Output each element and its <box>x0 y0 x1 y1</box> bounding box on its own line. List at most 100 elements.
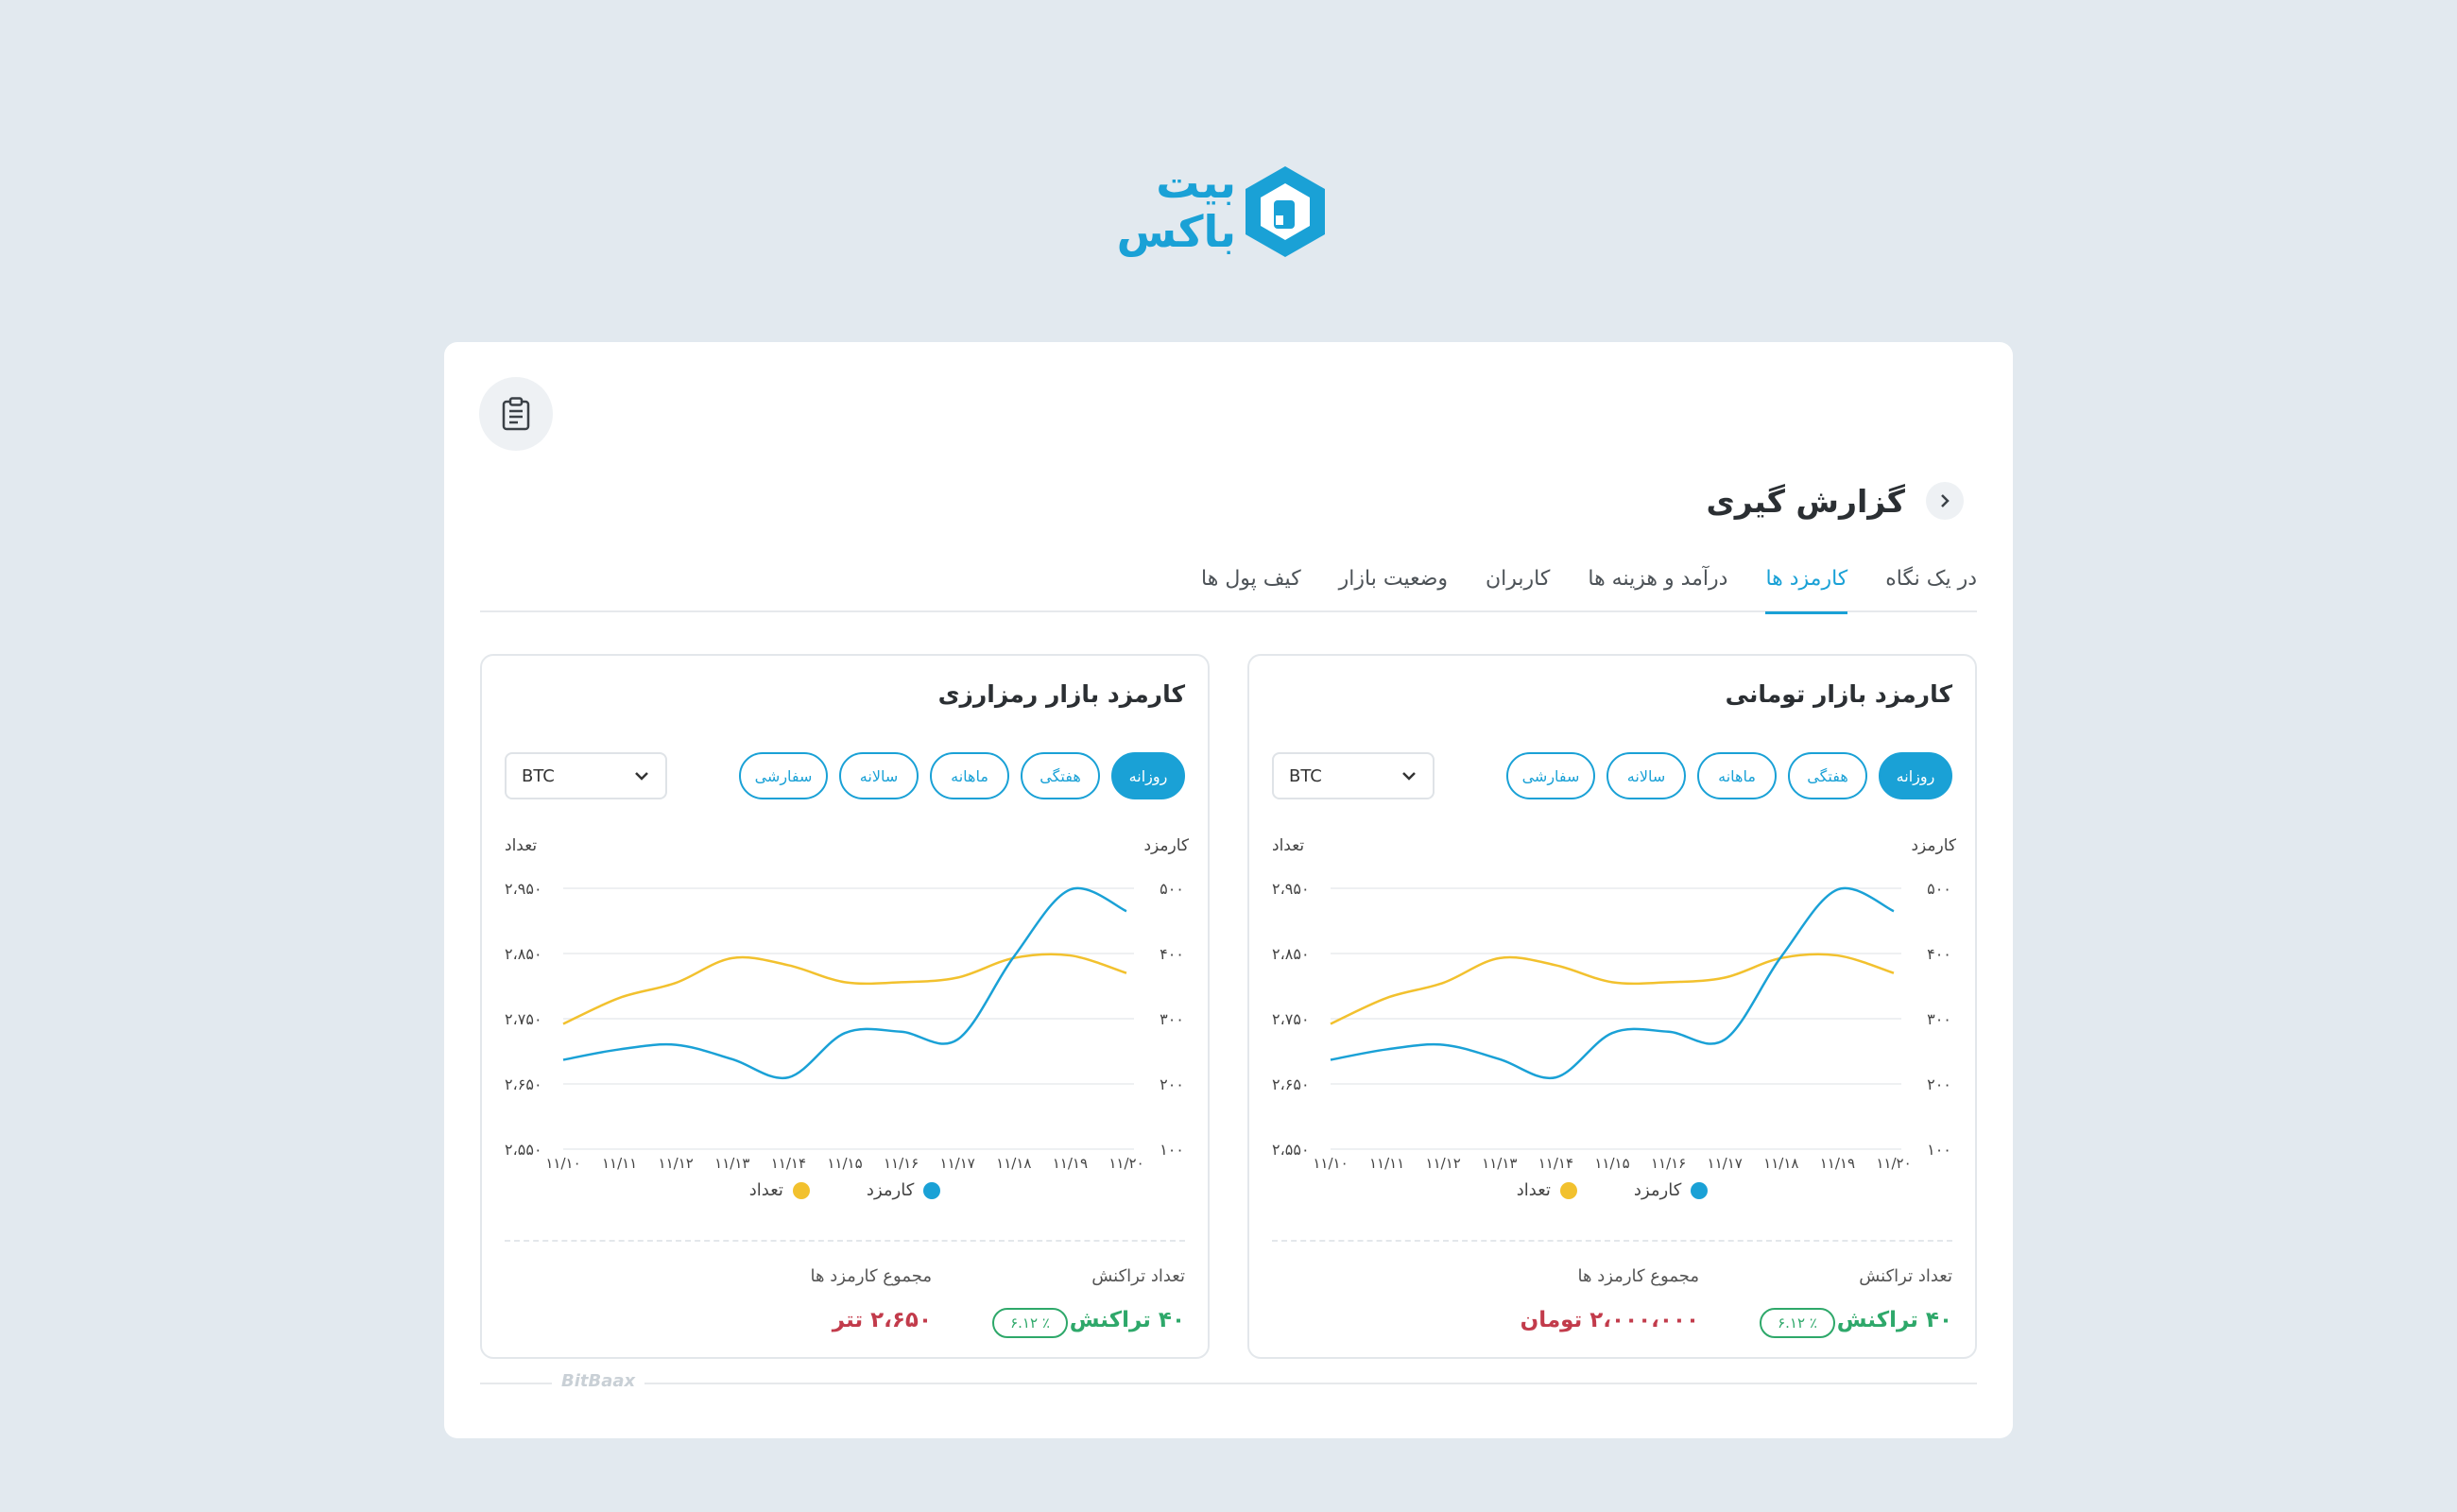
report-card: گزارش گیری در یک نگاه کارمزد ها درآمد و … <box>444 342 2013 1438</box>
currency-select[interactable]: BTC <box>1272 752 1435 799</box>
period-monthly-button[interactable]: ماهانه <box>1697 752 1777 799</box>
x-tick-label: ۱۱/۱۹ <box>1053 1155 1088 1172</box>
fee-line-chart: تعداد کارمزد ۲،۹۵۰ ۵۰۰ ۲،۸۵۰ ۴۰۰ ۲،۷۵۰ ۳۰۰ ۲،۶۵۰… <box>1272 836 1957 1172</box>
period-yearly-button[interactable]: سالانه <box>1606 752 1686 799</box>
left-tick-label: ۲،۷۵۰ <box>505 1010 542 1028</box>
chevron-right-icon <box>1941 494 1950 507</box>
period-daily-button[interactable]: روزانه <box>1879 752 1952 799</box>
legend-item-count: تعداد <box>749 1180 810 1200</box>
x-tick-label: ۱۱/۱۵ <box>827 1155 862 1172</box>
divider <box>1272 1240 1952 1242</box>
period-selector: روزانه هفتگی ماهانه سالانه سفارشی <box>1506 752 1952 799</box>
total-fees-value: ۲،۶۵۰ تتر <box>832 1308 932 1332</box>
right-tick-label: ۴۰۰ <box>1160 945 1184 963</box>
x-tick-label: ۱۱/۱۷ <box>940 1155 975 1172</box>
period-daily-button[interactable]: روزانه <box>1111 752 1185 799</box>
tx-count-value: ۴۰ تراکنش <box>1069 1308 1185 1332</box>
right-tick-label: ۲۰۰ <box>1927 1075 1951 1093</box>
back-button[interactable] <box>1926 482 1964 520</box>
x-tick-label: ۱۱/۱۲ <box>1426 1155 1461 1172</box>
chevron-down-icon <box>635 772 648 781</box>
page-header: گزارش گیری <box>1706 482 1964 520</box>
tab-market-status[interactable]: وضعیت بازار <box>1339 558 1448 612</box>
tab-overview[interactable]: در یک نگاه <box>1885 558 1977 612</box>
tx-change-badge: ٪ ۶.۱۲ <box>992 1308 1068 1338</box>
legend-dot-count <box>1559 1181 1577 1199</box>
left-axis-title: تعداد <box>1272 836 1304 855</box>
legend-item-fee: کارمزد <box>866 1180 941 1200</box>
legend-label-fee: کارمزد <box>1633 1180 1682 1200</box>
tab-wallets[interactable]: کیف پول ها <box>1201 558 1301 612</box>
series-line-count <box>562 953 1127 1025</box>
x-tick-label: ۱۱/۱۵ <box>1594 1155 1629 1172</box>
x-tick-label: ۱۱/۲۰ <box>1108 1155 1143 1172</box>
period-custom-button[interactable]: سفارشی <box>739 752 828 799</box>
right-tick-label: ۳۰۰ <box>1927 1010 1951 1028</box>
x-tick-label: ۱۱/۱۳ <box>714 1155 749 1172</box>
tx-count-value: ۴۰ تراکنش <box>1836 1308 1952 1332</box>
panel-title: کارمزد بازار رمزارزی <box>937 680 1185 708</box>
right-tick-label: ۱۰۰ <box>1160 1141 1184 1159</box>
x-tick-label: ۱۱/۱۸ <box>1763 1155 1798 1172</box>
legend-dot-fee <box>923 1181 941 1199</box>
tab-income-expenses[interactable]: درآمد و هزینه ها <box>1588 558 1727 612</box>
left-tick-label: ۲،۷۵۰ <box>1272 1010 1310 1028</box>
left-tick-label: ۲،۶۵۰ <box>1272 1075 1310 1093</box>
period-custom-button[interactable]: سفارشی <box>1506 752 1595 799</box>
panel-title: کارمزد بازار تومانی <box>1725 680 1952 708</box>
x-tick-label: ۱۱/۱۰ <box>1313 1155 1348 1172</box>
x-tick-label: ۱۱/۱۴ <box>1538 1155 1573 1172</box>
total-fees-label: مجموع کارمزد ها <box>810 1266 932 1286</box>
period-weekly-button[interactable]: هفتگی <box>1021 752 1100 799</box>
period-yearly-button[interactable]: سالانه <box>839 752 919 799</box>
crypto-fee-panel: کارمزد بازار رمزارزی روزانه هفتگی ماهانه… <box>480 654 1210 1359</box>
chart-legend: کارمزد تعداد <box>482 1180 1208 1200</box>
tx-count-label: تعداد تراکنش <box>1859 1266 1952 1286</box>
brand-name-line1: بیت <box>1156 157 1236 208</box>
x-tick-label: ۱۱/۱۶ <box>884 1155 919 1172</box>
right-axis-title: کارمزد <box>1143 836 1189 855</box>
x-tick-label: ۱۱/۱۳ <box>1482 1155 1517 1172</box>
tab-users[interactable]: کاربران <box>1486 558 1550 612</box>
total-fees-value: ۲،۰۰۰،۰۰۰ تومان <box>1520 1308 1699 1332</box>
x-tick-label: ۱۱/۱۸ <box>996 1155 1031 1172</box>
footer-divider <box>480 1383 1977 1384</box>
x-tick-label: ۱۱/۲۰ <box>1876 1155 1911 1172</box>
legend-item-count: تعداد <box>1517 1180 1577 1200</box>
legend-label-count: تعداد <box>1516 1180 1551 1200</box>
x-tick-label: ۱۱/۱۲ <box>659 1155 694 1172</box>
period-weekly-button[interactable]: هفتگی <box>1788 752 1867 799</box>
currency-select-value: BTC <box>522 765 555 786</box>
left-axis-title: تعداد <box>505 836 537 855</box>
x-tick-label: ۱۱/۱۱ <box>602 1155 637 1172</box>
right-tick-label: ۵۰۰ <box>1160 880 1184 898</box>
right-tick-label: ۲۰۰ <box>1160 1075 1184 1093</box>
page-title: گزارش گیری <box>1706 482 1906 520</box>
divider <box>505 1240 1185 1242</box>
left-tick-label: ۲،۸۵۰ <box>1272 945 1310 963</box>
left-tick-label: ۲،۹۵۰ <box>505 880 542 898</box>
brand-watermark: BitBaax <box>552 1371 645 1391</box>
left-tick-label: ۲،۸۵۰ <box>505 945 542 963</box>
clipboard-icon <box>502 397 530 431</box>
right-tick-label: ۳۰۰ <box>1160 1010 1184 1028</box>
series-line-count <box>1330 953 1895 1025</box>
report-tabs: در یک نگاه کارمزد ها درآمد و هزینه ها کا… <box>480 558 1977 614</box>
chevron-down-icon <box>1402 772 1416 781</box>
period-selector: روزانه هفتگی ماهانه سالانه سفارشی <box>739 752 1185 799</box>
report-button[interactable] <box>479 377 553 451</box>
left-tick-label: ۲،۵۵۰ <box>505 1141 542 1159</box>
currency-select[interactable]: BTC <box>505 752 667 799</box>
legend-label-fee: کارمزد <box>866 1180 915 1200</box>
fee-line-chart: تعداد کارمزد ۲،۹۵۰ ۵۰۰ ۲،۸۵۰ ۴۰۰ ۲،۷۵۰ ۳۰۰ ۲،۶۵۰… <box>505 836 1190 1172</box>
right-tick-label: ۱۰۰ <box>1927 1141 1951 1159</box>
left-tick-label: ۲،۵۵۰ <box>1272 1141 1310 1159</box>
x-tick-label: ۱۱/۱۷ <box>1708 1155 1743 1172</box>
x-tick-label: ۱۱/۱۰ <box>545 1155 580 1172</box>
tab-fees[interactable]: کارمزد ها <box>1765 558 1847 614</box>
x-tick-label: ۱۱/۱۴ <box>771 1155 806 1172</box>
right-tick-label: ۵۰۰ <box>1927 880 1951 898</box>
legend-label-count: تعداد <box>748 1180 783 1200</box>
period-monthly-button[interactable]: ماهانه <box>930 752 1009 799</box>
tx-change-badge: ٪ ۶.۱۲ <box>1760 1308 1835 1338</box>
